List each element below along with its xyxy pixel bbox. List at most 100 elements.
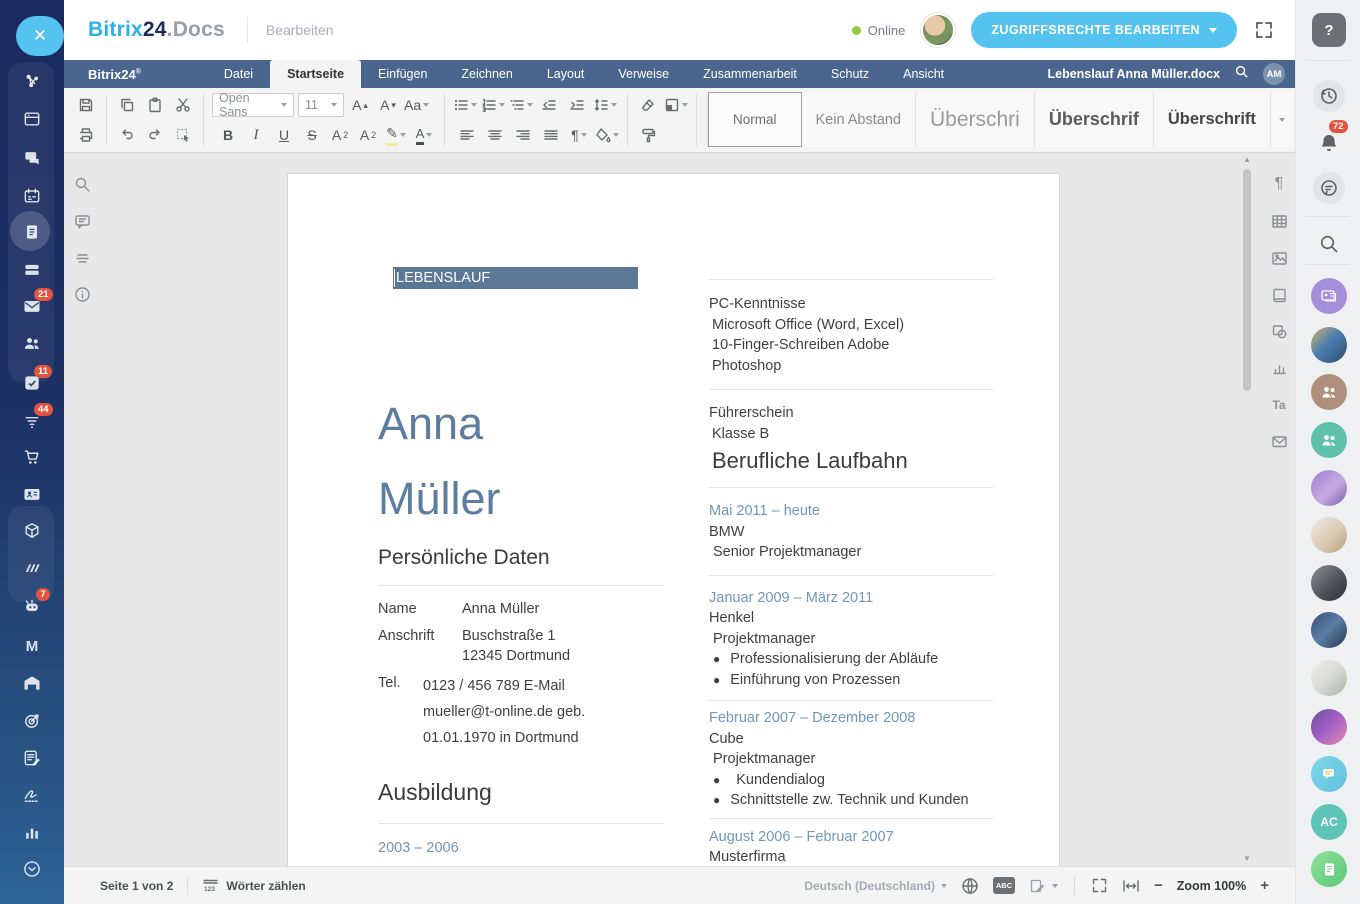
doc-title-highlighted[interactable]: LEBENSLAUF	[393, 267, 638, 289]
tab-startseite[interactable]: Startseite	[270, 60, 361, 88]
shading-bucket-button[interactable]	[595, 123, 619, 147]
strikethrough-button[interactable]: S	[300, 123, 324, 147]
multilevel-list-button[interactable]	[509, 93, 533, 117]
m-letter-item[interactable]: M	[21, 635, 43, 657]
scrollbar-thumb[interactable]	[1243, 169, 1251, 391]
shrink-font-button[interactable]: A▾	[376, 93, 400, 117]
fit-page-icon[interactable]	[1091, 877, 1108, 894]
tab-schutz[interactable]: Schutz	[814, 60, 886, 88]
italic-button[interactable]: I	[244, 123, 268, 147]
spellcheck-toggle[interactable]: ABC	[993, 877, 1015, 894]
increase-indent-button[interactable]	[565, 93, 589, 117]
superscript-button[interactable]: A2	[328, 123, 352, 147]
history-icon[interactable]	[1313, 80, 1345, 112]
style-no-spacing[interactable]: Kein Abstand	[802, 92, 916, 147]
grow-font-button[interactable]: A▴	[348, 93, 372, 117]
paragraph-marks-button[interactable]: ¶	[567, 123, 591, 147]
select-button[interactable]	[171, 123, 195, 147]
slashes-logo-icon[interactable]	[21, 558, 43, 580]
user-avatar[interactable]	[921, 13, 955, 47]
image-settings-icon[interactable]	[1268, 247, 1290, 269]
align-left-button[interactable]	[455, 123, 479, 147]
tab-ansicht[interactable]: Ansicht	[886, 60, 961, 88]
tab-zeichnen[interactable]: Zeichnen	[444, 60, 529, 88]
scroll-up-arrow[interactable]: ▲	[1242, 155, 1252, 165]
avatar-photo-3[interactable]	[1311, 517, 1347, 553]
people-icon[interactable]	[21, 332, 43, 354]
avatar-photo-1[interactable]	[1311, 327, 1347, 363]
help-button[interactable]: ?	[1312, 13, 1346, 47]
numbered-list-button[interactable]	[481, 93, 505, 117]
font-name-select[interactable]: Open Sans	[212, 93, 294, 117]
bullet-list-button[interactable]	[453, 93, 477, 117]
analytics-icon[interactable]	[21, 821, 43, 843]
mailmerge-icon[interactable]	[1268, 430, 1290, 452]
comments-icon[interactable]	[71, 210, 93, 232]
align-right-button[interactable]	[511, 123, 535, 147]
paste-button[interactable]	[143, 93, 167, 117]
align-center-button[interactable]	[483, 123, 507, 147]
cube-icon[interactable]	[21, 520, 43, 542]
style-heading3[interactable]: Überschrift	[1154, 92, 1271, 147]
underline-button[interactable]: U	[272, 123, 296, 147]
zoom-out-button[interactable]: −	[1154, 877, 1163, 894]
search-panel-icon[interactable]	[1313, 228, 1345, 260]
tab-zusammenarbeit[interactable]: Zusammenarbeit	[686, 60, 814, 88]
search-icon[interactable]	[1234, 64, 1249, 84]
tab-layout[interactable]: Layout	[530, 60, 602, 88]
justify-button[interactable]	[539, 123, 563, 147]
avatar-group-brown[interactable]	[1311, 374, 1347, 410]
warehouse-icon[interactable]	[21, 672, 43, 694]
navigation-icon[interactable]	[71, 247, 93, 269]
avatar-chat-bot[interactable]	[1311, 756, 1347, 792]
cell-shading-button[interactable]	[664, 93, 688, 117]
close-button[interactable]: ✕	[16, 16, 64, 56]
font-size-select[interactable]: 11	[298, 93, 344, 117]
doc-edit-icon[interactable]	[21, 747, 43, 769]
bold-button[interactable]: B	[216, 123, 240, 147]
access-rights-button[interactable]: ZUGRIFFSRECHTE BEARBEITEN	[971, 12, 1237, 48]
scroll-down-arrow[interactable]: ▼	[1242, 854, 1252, 864]
chat-icon[interactable]	[21, 147, 43, 169]
highlight-color-button[interactable]: ✎	[384, 123, 408, 147]
signature-icon[interactable]	[21, 784, 43, 806]
word-count-button[interactable]: 123 Wörter zählen	[202, 878, 305, 893]
chart-settings-icon[interactable]	[1268, 357, 1290, 379]
line-spacing-button[interactable]	[593, 93, 617, 117]
shapes-settings-icon[interactable]	[1268, 320, 1290, 342]
eraser-button[interactable]	[636, 93, 660, 117]
track-changes-button[interactable]	[1029, 878, 1058, 894]
redo-button[interactable]	[143, 123, 167, 147]
style-gallery-expand[interactable]	[1271, 92, 1293, 147]
avatar-group-teal[interactable]	[1311, 422, 1347, 458]
find-icon[interactable]	[71, 173, 93, 195]
zoom-in-button[interactable]: +	[1260, 877, 1269, 894]
browser-icon[interactable]	[21, 108, 43, 130]
calendar-icon[interactable]	[21, 185, 43, 207]
avatar-photo-7[interactable]	[1311, 709, 1347, 745]
subscript-button[interactable]: A2	[356, 123, 380, 147]
tab-datei[interactable]: Datei	[207, 60, 270, 88]
table-settings-icon[interactable]	[1268, 210, 1290, 232]
target-icon[interactable]	[21, 710, 43, 732]
network-icon[interactable]	[21, 70, 43, 92]
undo-button[interactable]	[115, 123, 139, 147]
user-initials-avatar[interactable]: AM	[1263, 63, 1285, 85]
textart-settings-icon[interactable]: Ta	[1268, 394, 1290, 416]
avatar-photo-2[interactable]	[1311, 470, 1347, 506]
format-painter-button[interactable]	[636, 123, 660, 147]
change-case-button[interactable]: Aa	[404, 93, 429, 117]
paragraph-settings-icon[interactable]: ¶	[1268, 173, 1290, 195]
copy-button[interactable]	[115, 93, 139, 117]
tab-verweise[interactable]: Verweise	[601, 60, 686, 88]
avatar-document[interactable]	[1311, 851, 1347, 887]
drive-icon[interactable]	[21, 258, 43, 280]
style-heading2[interactable]: Überschrif	[1035, 92, 1154, 147]
fit-width-icon[interactable]	[1122, 879, 1140, 893]
style-normal[interactable]: Normal	[708, 92, 802, 147]
chat-panel-icon[interactable]	[1313, 172, 1345, 204]
fullscreen-icon[interactable]	[1253, 19, 1275, 41]
globe-icon[interactable]	[961, 877, 979, 895]
decrease-indent-button[interactable]	[537, 93, 561, 117]
page-indicator[interactable]: Seite 1 von 2	[100, 879, 173, 893]
